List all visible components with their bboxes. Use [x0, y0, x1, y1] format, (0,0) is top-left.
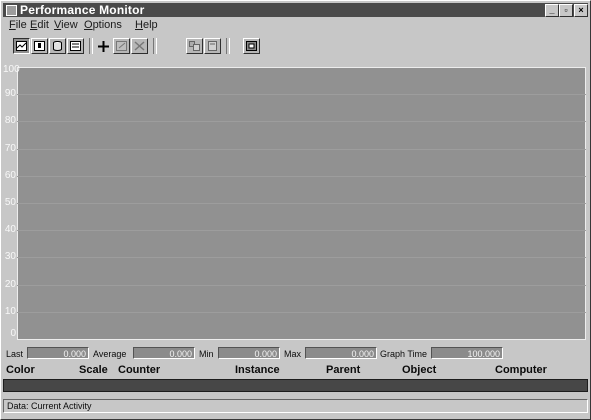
legend-col-parent[interactable]: Parent — [326, 363, 360, 377]
menu-file[interactable]: File — [9, 18, 27, 32]
menu-options-mnemonic: O — [84, 19, 93, 31]
menu-options-label: ptions — [92, 19, 122, 31]
menu-options[interactable]: Options — [84, 18, 122, 32]
grid-line — [17, 312, 586, 313]
legend-col-object[interactable]: Object — [402, 363, 436, 377]
menu-help[interactable]: Help — [135, 18, 158, 32]
app-icon[interactable] — [6, 5, 17, 16]
add-counter-icon — [98, 41, 109, 52]
bookmark-icon — [208, 41, 217, 51]
y-tick-label: 90 — [4, 88, 16, 100]
options-icon — [246, 41, 257, 51]
grid-line — [17, 285, 586, 286]
chart-view-button[interactable] — [13, 38, 30, 54]
edit-counter-button[interactable] — [113, 38, 130, 54]
menu-view[interactable]: View — [54, 18, 78, 32]
y-tick-label: 100 — [3, 64, 20, 75]
update-now-button[interactable] — [186, 38, 203, 54]
add-counter-button[interactable] — [95, 38, 112, 54]
grid-line — [17, 176, 586, 177]
y-tick-label: 10 — [4, 305, 16, 317]
report-view-button[interactable] — [67, 38, 84, 54]
toolbar-separator — [89, 38, 93, 54]
update-now-icon — [189, 41, 200, 51]
legend-header: Color Scale Counter Instance Parent Obje… — [3, 363, 588, 377]
alert-view-icon — [34, 41, 45, 51]
delete-counter-icon — [134, 41, 145, 51]
grid-line — [17, 203, 586, 204]
grid-line — [17, 121, 586, 122]
menu-help-mnemonic: H — [135, 19, 143, 31]
window-title: Performance Monitor — [20, 3, 145, 17]
y-tick-label: 50 — [4, 197, 16, 208]
legend-col-counter[interactable]: Counter — [118, 363, 160, 377]
performance-monitor-window: Performance Monitor _ ▫ × File Edit View… — [0, 0, 591, 420]
bookmark-button[interactable] — [204, 38, 221, 54]
toolbar-separator — [153, 38, 157, 54]
chart-area: 100 90 80 70 60 50 40 30 20 10 0 — [3, 65, 588, 345]
y-tick-label: 70 — [4, 142, 16, 154]
title-bar[interactable]: Performance Monitor _ ▫ × — [3, 3, 588, 17]
y-tick-label: 40 — [4, 224, 16, 236]
legend-col-instance[interactable]: Instance — [235, 363, 280, 377]
value-bar: Last 0.000 Average 0.000 Min 0.000 Max 0… — [3, 347, 588, 361]
menu-view-label: iew — [61, 19, 78, 31]
alert-view-button[interactable] — [31, 38, 48, 54]
grid-line — [17, 230, 586, 231]
toolbar-separator — [226, 38, 230, 54]
toolbar — [3, 34, 588, 60]
min-value: 0.000 — [218, 347, 280, 359]
grid-line — [17, 94, 586, 95]
average-value: 0.000 — [133, 347, 195, 359]
legend-col-scale[interactable]: Scale — [79, 363, 108, 377]
edit-counter-icon — [116, 41, 127, 51]
close-button[interactable]: × — [574, 4, 588, 17]
graph-time-value: 100.000 — [431, 347, 503, 359]
y-tick-label: 80 — [4, 115, 16, 127]
y-tick-label: 30 — [4, 251, 16, 263]
max-value: 0.000 — [305, 347, 377, 359]
average-label: Average — [93, 349, 127, 359]
log-view-icon — [53, 41, 62, 51]
menu-edit[interactable]: Edit — [30, 18, 49, 32]
legend-list[interactable] — [3, 379, 588, 392]
status-bar: Data: Current Activity — [3, 399, 588, 413]
menu-edit-label: dit — [37, 19, 49, 31]
log-view-button[interactable] — [49, 38, 66, 54]
graph-time-label: Graph Time — [380, 349, 428, 359]
menu-help-label: elp — [142, 19, 158, 31]
menu-file-label: ile — [15, 19, 27, 31]
delete-counter-button[interactable] — [131, 38, 148, 54]
y-tick-label: 60 — [4, 169, 16, 181]
grid-line — [17, 149, 586, 150]
options-button[interactable] — [243, 38, 260, 54]
menu-file-mnemonic: F — [9, 19, 16, 31]
maximize-button[interactable]: ▫ — [559, 4, 573, 17]
report-view-icon — [70, 41, 81, 51]
grid-line — [17, 257, 586, 258]
last-value: 0.000 — [27, 347, 89, 359]
max-label: Max — [284, 349, 302, 359]
last-label: Last — [6, 349, 24, 359]
status-text: Data: Current Activity — [7, 401, 92, 411]
minimize-button[interactable]: _ — [545, 4, 559, 17]
legend-col-color[interactable]: Color — [6, 363, 35, 377]
y-tick-label: 0 — [10, 328, 16, 339]
chart-view-icon — [16, 41, 27, 51]
min-label: Min — [199, 349, 214, 359]
legend-col-computer[interactable]: Computer — [495, 363, 547, 377]
y-tick-label: 20 — [4, 278, 16, 290]
